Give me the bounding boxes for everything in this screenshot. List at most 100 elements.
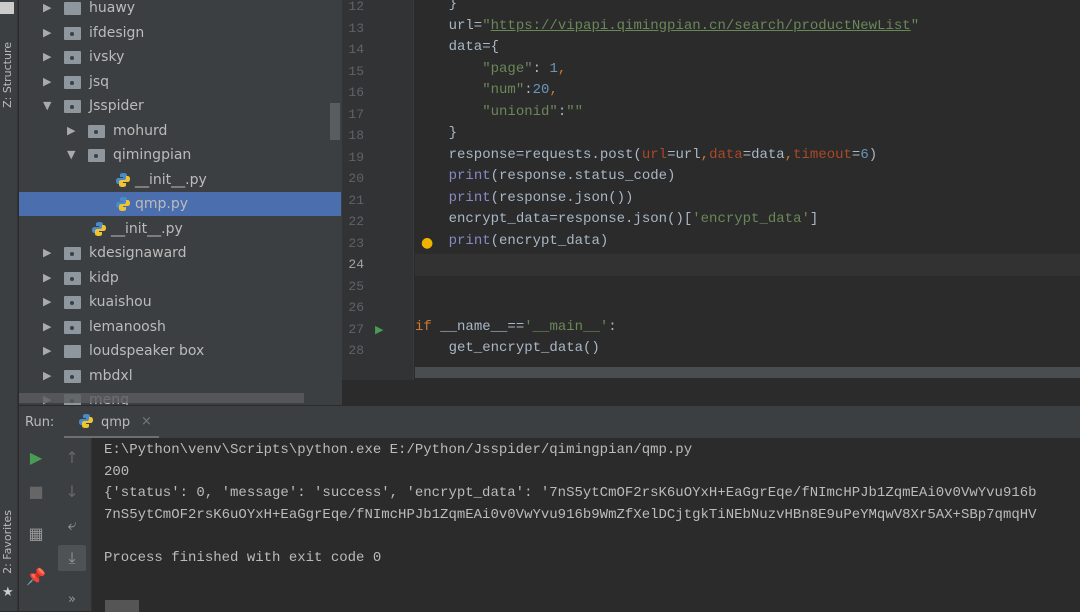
run-tab-qmp[interactable]: qmp ×	[64, 406, 159, 439]
folder-icon	[64, 369, 81, 383]
chevron-right-icon[interactable]: ▶	[43, 266, 51, 290]
chevron-right-icon[interactable]: ▶	[43, 241, 51, 265]
tree-item-label: loudspeaker box	[89, 343, 205, 359]
folder-icon	[64, 296, 81, 309]
code-line[interactable]: url="https://vipapi.qimingpian.cn/search…	[415, 18, 1080, 40]
code-line[interactable]	[415, 254, 1080, 276]
down-arrow-icon[interactable]: ↓	[58, 478, 86, 504]
tree-item[interactable]: ▶ mbdxl	[19, 364, 341, 388]
run-gutter-icon[interactable]: ▶	[375, 319, 383, 341]
tree-item-label: __init__.py	[111, 220, 183, 237]
tree-item[interactable]: __init__.py	[19, 217, 341, 241]
tree-item[interactable]: __init__.py	[19, 168, 341, 192]
tree-item[interactable]: ▶ ivsky	[19, 45, 341, 69]
scroll-to-end-button[interactable]: ⤓	[58, 545, 86, 571]
code-line[interactable]: response=requests.post(url=url,data=data…	[415, 147, 1080, 169]
python-icon	[79, 414, 93, 428]
left-tool-strip: Z: Structure 2: Favorites ★	[0, 0, 18, 611]
tree-item-label: mohurd	[113, 122, 168, 139]
tree-item[interactable]: ▼ qimingpian	[19, 143, 341, 167]
code-token: '__main__'	[524, 318, 609, 335]
line-number: 15	[348, 63, 364, 79]
line-number: 13	[348, 20, 364, 36]
layout-icon[interactable]: ▦	[22, 520, 50, 546]
code-token: "	[482, 17, 491, 34]
tree-vertical-scrollbar[interactable]	[330, 103, 340, 140]
lightbulb-icon[interactable]: ●	[421, 233, 433, 255]
chevron-down-icon[interactable]: ▼	[67, 143, 75, 167]
code-line[interactable]: get_encrypt_data()	[415, 340, 1080, 362]
code-token: timeout	[793, 146, 852, 163]
code-token: :	[557, 103, 567, 120]
chevron-down-icon[interactable]: ▼	[43, 94, 51, 118]
favorites-tool-tab[interactable]: 2: Favorites	[1, 510, 14, 574]
code-token: __name__==	[431, 318, 525, 335]
chevron-right-icon[interactable]: ▶	[43, 290, 51, 314]
run-toolbar: ▶ ↑ ■ ↓ ⤶ ▦ ⤓ 📌 »	[19, 438, 91, 611]
code-line[interactable]: "num":20,	[415, 82, 1080, 104]
run-panel-header: Run: qmp ×	[19, 405, 1080, 439]
code-line[interactable]: if __name__=='__main__':	[415, 319, 1080, 341]
code-line[interactable]	[415, 276, 1080, 298]
tree-item[interactable]: ▶ jsq	[19, 70, 341, 94]
code-line[interactable]: data={	[415, 39, 1080, 61]
code-token: 20	[532, 82, 550, 98]
tree-item-label: huawy	[89, 0, 136, 16]
chevron-right-icon[interactable]: ▶	[43, 364, 51, 388]
code-line[interactable]: }	[415, 0, 1080, 18]
run-tab-label: qmp	[101, 415, 131, 430]
pin-icon[interactable]: 📌	[22, 563, 50, 589]
tree-item[interactable]: qmp.py	[19, 192, 341, 216]
code-token: data	[709, 146, 743, 163]
stop-button[interactable]: ■	[22, 478, 50, 504]
tree-item[interactable]: ▶ mohurd	[19, 119, 341, 143]
chevron-right-icon[interactable]: ▶	[43, 70, 51, 94]
code-line[interactable]: }	[415, 125, 1080, 147]
tree-item-label: jsq	[89, 73, 110, 90]
project-tool-icon[interactable]	[0, 2, 14, 14]
structure-tool-tab[interactable]: Z: Structure	[1, 42, 14, 108]
code-editor[interactable]: 12 13 14 15 16 17 18 19 20 21 22 23 24 25 26 27 ▶ 28 } ur…	[342, 0, 1080, 380]
code-line[interactable]	[415, 297, 1080, 319]
code-token: print	[448, 232, 491, 249]
chevron-right-icon[interactable]: ▶	[43, 45, 51, 69]
editor-horizontal-scrollbar[interactable]	[415, 367, 1080, 378]
code-token: "num"	[482, 82, 525, 98]
rerun-button[interactable]: ▶	[22, 444, 50, 470]
code-token: https://vipapi.qimingpian.cn/search/prod…	[490, 17, 911, 34]
line-number: 26	[348, 300, 364, 315]
close-icon[interactable]: ×	[141, 414, 152, 429]
python-file-icon	[116, 197, 130, 211]
tree-item[interactable]: ▼ Jsspider	[19, 94, 341, 118]
chevron-right-icon[interactable]: ▶	[43, 21, 51, 45]
code-token: 1	[549, 60, 558, 77]
console-output-line: 200	[104, 463, 130, 480]
tree-item[interactable]: ▶ kidp	[19, 266, 341, 290]
code-line[interactable]: "unionid":""	[415, 104, 1080, 126]
code-line[interactable]: "page": 1,	[415, 61, 1080, 83]
soft-wrap-button[interactable]: ⤶	[58, 512, 86, 538]
tree-item[interactable]: ▶ kdesignaward	[19, 241, 341, 265]
up-arrow-icon[interactable]: ↑	[58, 444, 86, 470]
code-line[interactable]: print(encrypt_data)	[415, 233, 1080, 255]
tree-item[interactable]: ▶ huawy	[19, 0, 341, 20]
code-line[interactable]: encrypt_data=response.json()['encrypt_da…	[415, 211, 1080, 233]
tree-item[interactable]: ▶ lemanoosh	[19, 315, 341, 339]
chevron-right-icon[interactable]: ▶	[67, 119, 75, 143]
tree-item[interactable]: ▶ kuaishou	[19, 290, 341, 314]
code-line[interactable]: print(response.status_code)	[415, 168, 1080, 190]
chevron-right-icon[interactable]: ▶	[43, 315, 51, 339]
code-token: "page"	[482, 60, 533, 77]
code-token: ,	[549, 82, 558, 98]
tree-horizontal-scrollbar[interactable]	[19, 393, 304, 403]
tree-item[interactable]: ▶ ifdesign	[19, 21, 341, 45]
chevron-right-icon[interactable]: ▶	[43, 339, 51, 363]
tree-item[interactable]: ▶ loudspeaker box	[19, 339, 341, 363]
code-line[interactable]: print(response.json())	[415, 190, 1080, 212]
chevron-right-icon[interactable]: ▶	[43, 0, 51, 20]
more-button[interactable]: »	[58, 586, 86, 612]
run-console[interactable]: E:\Python\venv\Scripts\python.exe E:/Pyt…	[91, 438, 1080, 612]
tree-item-label: qimingpian	[113, 147, 192, 163]
line-number: 28	[348, 343, 364, 358]
